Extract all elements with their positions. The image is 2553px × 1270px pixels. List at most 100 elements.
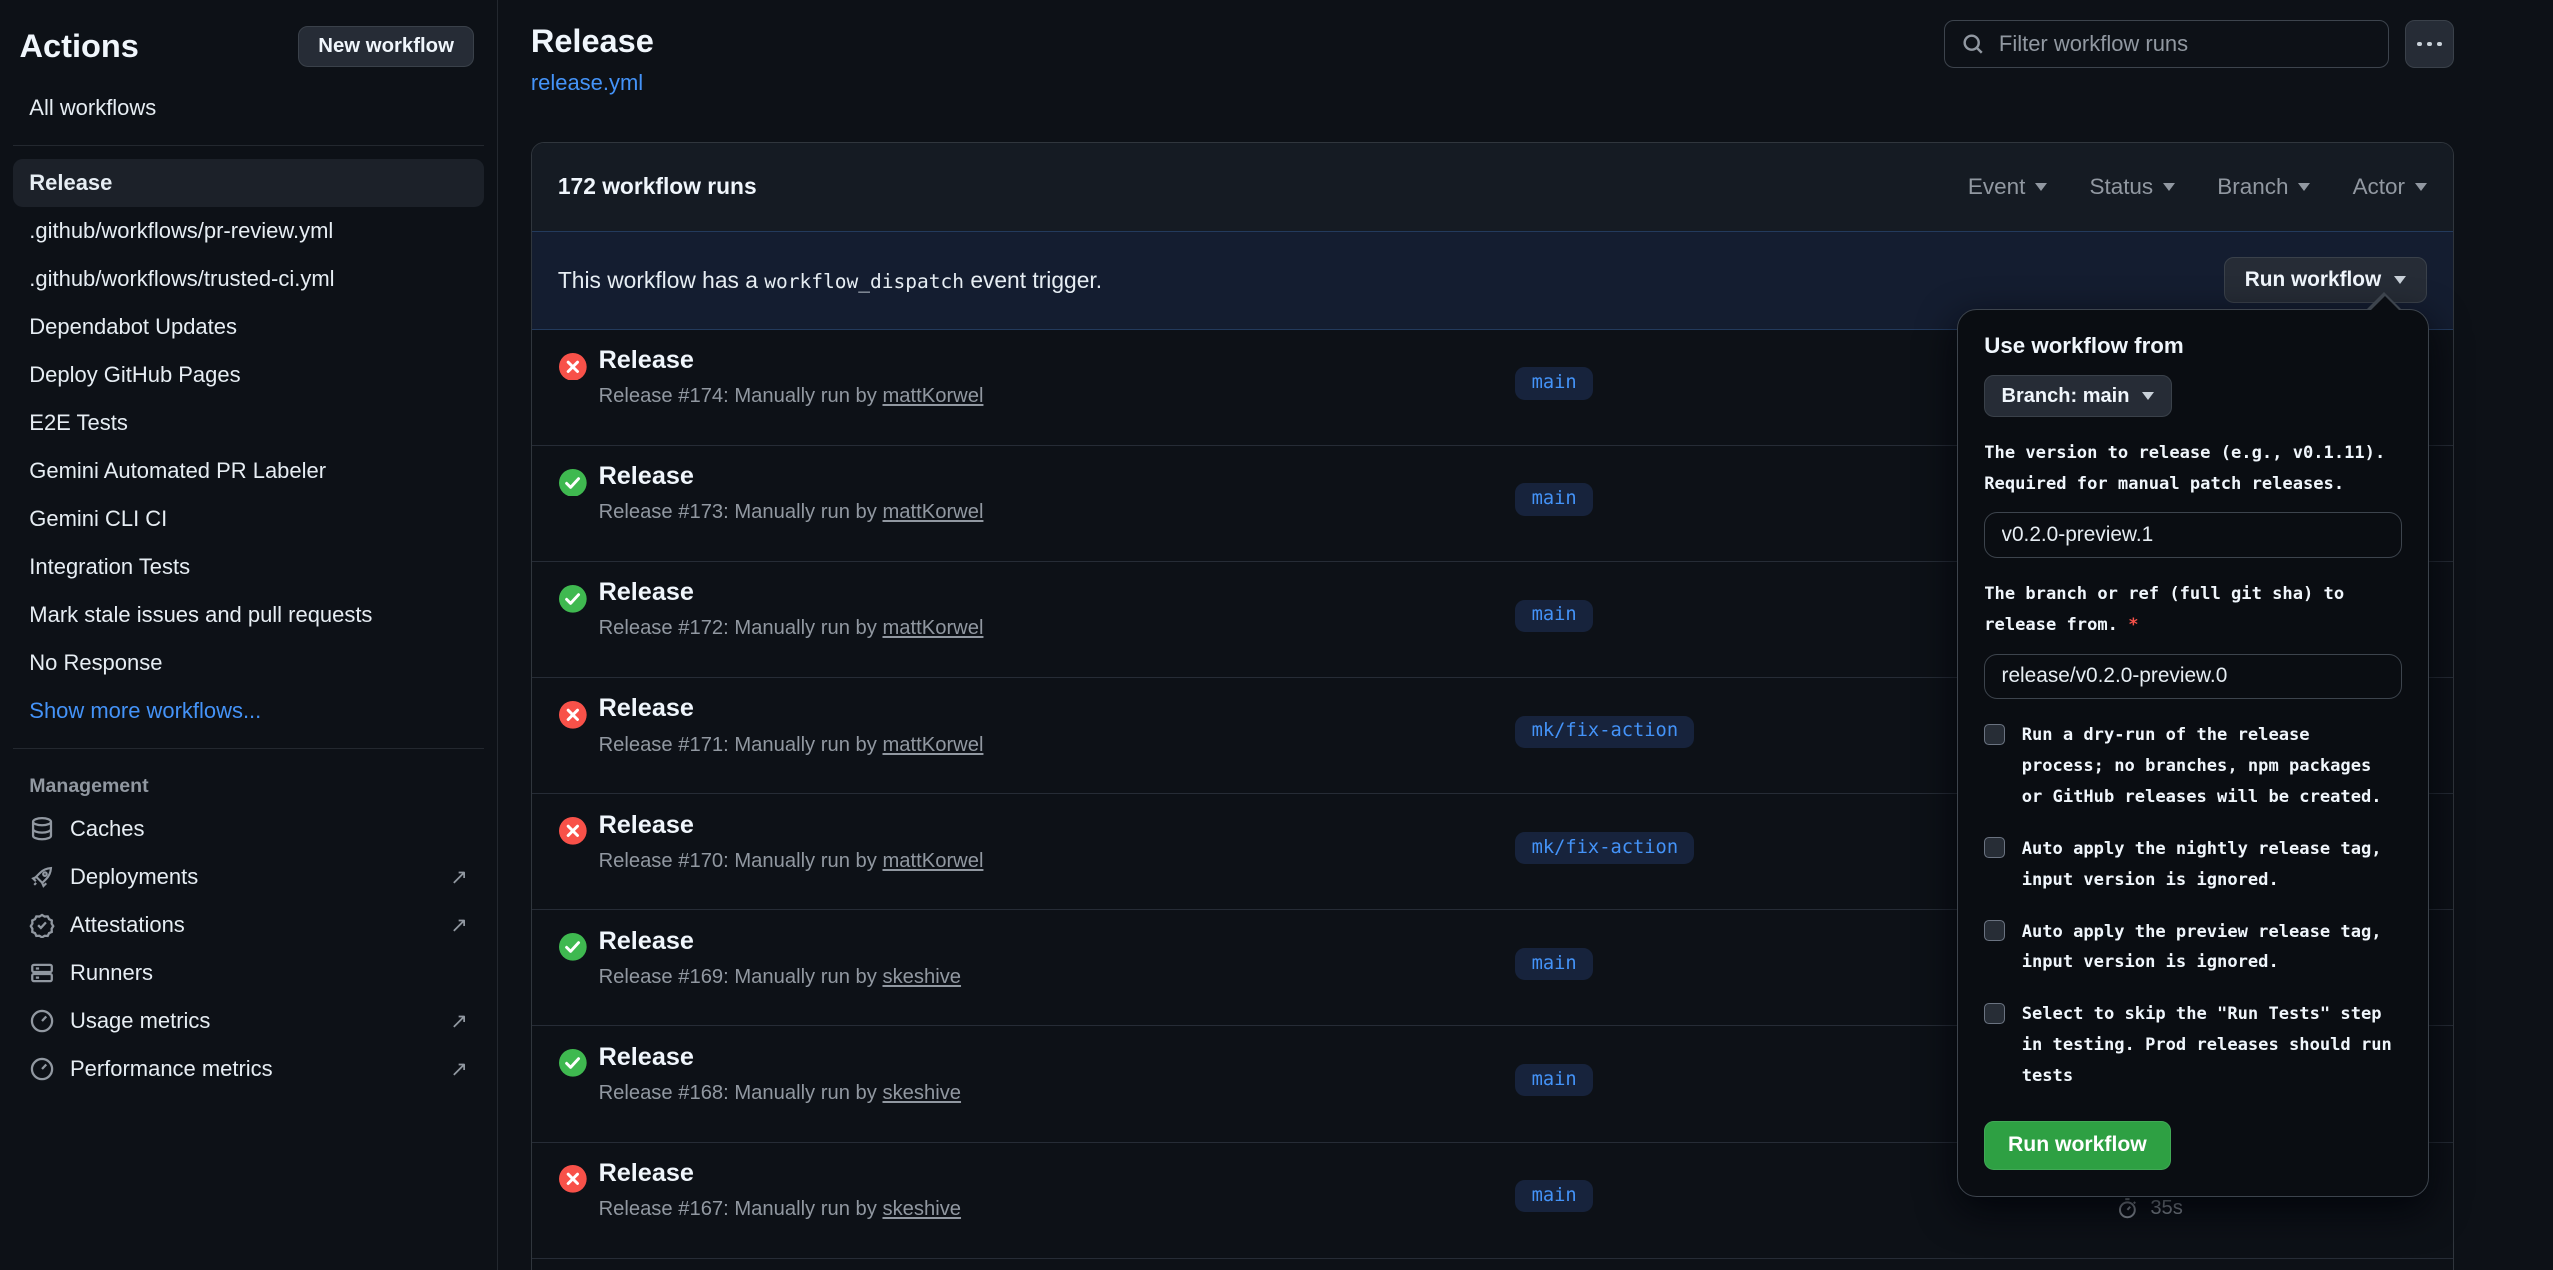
filter-status-dropdown[interactable]: Status: [2089, 174, 2174, 200]
branch-badge[interactable]: main: [1515, 367, 1593, 399]
run-description: Release #171: Manually run by mattKorwel: [599, 734, 984, 757]
actor-link[interactable]: mattKorwel: [882, 617, 983, 639]
sidebar-item-label: Usage metrics: [70, 1008, 210, 1034]
dry-run-checkbox-row: Run a dry-run of the release process; no…: [1984, 720, 2402, 812]
filter-actor-dropdown[interactable]: Actor: [2353, 174, 2427, 200]
chevron-down-icon: [2298, 183, 2310, 191]
run-filters: Event Status Branch Actor: [1968, 174, 2427, 200]
preview-tag-checkbox[interactable]: [1984, 920, 2005, 941]
sidebar-item-release[interactable]: Release: [13, 159, 484, 207]
filter-workflow-runs-input[interactable]: [1999, 31, 2372, 57]
filter-branch-dropdown[interactable]: Branch: [2217, 174, 2310, 200]
external-link-icon: ↗: [450, 912, 468, 938]
sidebar-item-deployments[interactable]: Deployments ↗: [13, 853, 484, 901]
run-title[interactable]: Release: [599, 927, 694, 956]
sidebar-item-mark-stale[interactable]: Mark stale issues and pull requests: [13, 591, 484, 639]
skip-tests-checkbox[interactable]: [1984, 1003, 2005, 1024]
branch-badge[interactable]: mk/fix-action: [1515, 716, 1694, 748]
sidebar-item-runners[interactable]: Runners: [13, 949, 484, 997]
sidebar-divider: [13, 748, 484, 749]
branch-badge[interactable]: mk/fix-action: [1515, 832, 1694, 864]
actor-link[interactable]: mattKorwel: [882, 385, 983, 407]
sidebar-item-label: Caches: [70, 816, 145, 842]
sidebar-item-no-response[interactable]: No Response: [13, 639, 484, 687]
search-icon: [1961, 32, 1985, 56]
preview-tag-checkbox-row: Auto apply the preview release tag, inpu…: [1984, 917, 2402, 979]
popover-title: Use workflow from: [1984, 333, 2402, 359]
chevron-down-icon: [2163, 183, 2175, 191]
actor-link[interactable]: mattKorwel: [882, 501, 983, 523]
show-more-workflows-link[interactable]: Show more workflows...: [13, 687, 484, 735]
branch-badge[interactable]: main: [1515, 1064, 1593, 1096]
branch-badge[interactable]: main: [1515, 948, 1593, 980]
sidebar-item-caches[interactable]: Caches: [13, 805, 484, 853]
run-workflow-submit-button[interactable]: Run workflow: [1984, 1121, 2170, 1170]
banner-text: This workflow has a workflow_dispatch ev…: [558, 267, 1102, 294]
sidebar-item-all-workflows[interactable]: All workflows: [13, 84, 484, 132]
chevron-down-icon: [2394, 276, 2406, 284]
version-input[interactable]: [1984, 512, 2402, 558]
run-title[interactable]: Release: [599, 462, 694, 491]
management-section-label: Management: [0, 762, 497, 805]
check-circle-icon: [559, 585, 587, 613]
check-circle-icon: [559, 469, 587, 497]
external-link-icon: ↗: [450, 1056, 468, 1082]
check-circle-icon: [559, 933, 587, 961]
sidebar-item-e2e-tests[interactable]: E2E Tests: [13, 399, 484, 447]
actor-link[interactable]: mattKorwel: [882, 734, 983, 756]
external-link-icon: ↗: [450, 1008, 468, 1034]
run-description: Release #167: Manually run by skeshive: [599, 1198, 961, 1221]
branch-badge[interactable]: main: [1515, 1180, 1593, 1212]
branch-badge[interactable]: main: [1515, 483, 1593, 515]
sidebar-item-pr-review[interactable]: .github/workflows/pr-review.yml: [13, 207, 484, 255]
run-title[interactable]: Release: [599, 811, 694, 840]
branch-selector-button[interactable]: Branch: main: [1984, 375, 2171, 416]
x-circle-icon: [559, 353, 587, 381]
sidebar-item-gemini-cli-ci[interactable]: Gemini CLI CI: [13, 495, 484, 543]
checkbox-label: Auto apply the nightly release tag, inpu…: [2022, 834, 2397, 896]
sidebar-item-gemini-pr-labeler[interactable]: Gemini Automated PR Labeler: [13, 447, 484, 495]
actor-link[interactable]: skeshive: [882, 966, 961, 988]
sidebar-item-usage-metrics[interactable]: Usage metrics ↗: [13, 997, 484, 1045]
actor-link[interactable]: skeshive: [882, 1082, 961, 1104]
run-title[interactable]: Release: [599, 1043, 694, 1072]
nightly-tag-checkbox[interactable]: [1984, 837, 2005, 858]
checkbox-label: Run a dry-run of the release process; no…: [2022, 720, 2397, 812]
sidebar-item-deploy-github-pages[interactable]: Deploy GitHub Pages: [13, 351, 484, 399]
external-link-icon: ↗: [450, 864, 468, 890]
sidebar-item-dependabot-updates[interactable]: Dependabot Updates: [13, 303, 484, 351]
workflow-run-count: 172 workflow runs: [558, 173, 757, 200]
required-asterisk: *: [2128, 615, 2138, 635]
x-circle-icon: [559, 701, 587, 729]
branch-badge[interactable]: main: [1515, 600, 1593, 632]
run-status-icon: [559, 1049, 587, 1077]
run-title[interactable]: Release: [599, 694, 694, 723]
ref-input[interactable]: [1984, 654, 2402, 700]
stopwatch-icon: [2116, 1197, 2139, 1220]
run-description: Release #174: Manually run by mattKorwel: [599, 385, 984, 408]
chevron-down-icon: [2415, 183, 2427, 191]
sidebar-item-performance-metrics[interactable]: Performance metrics ↗: [13, 1045, 484, 1093]
run-status-icon: [559, 585, 587, 613]
chevron-down-icon: [2035, 183, 2047, 191]
dry-run-checkbox[interactable]: [1984, 724, 2005, 745]
meter-icon: [29, 1056, 55, 1082]
actor-link[interactable]: skeshive: [882, 1198, 961, 1220]
run-workflow-popover: Use workflow from Branch: main The versi…: [1957, 309, 2429, 1196]
sidebar-item-integration-tests[interactable]: Integration Tests: [13, 543, 484, 591]
workflow-file-link[interactable]: release.yml: [531, 70, 643, 96]
filter-event-dropdown[interactable]: Event: [1968, 174, 2047, 200]
workflow-options-kebab-button[interactable]: [2405, 20, 2454, 69]
x-circle-icon: [559, 1165, 587, 1193]
filter-workflow-runs-field: [1944, 20, 2389, 69]
run-title[interactable]: Release: [599, 578, 694, 607]
new-workflow-button[interactable]: New workflow: [298, 26, 475, 67]
sidebar-item-trusted-ci[interactable]: .github/workflows/trusted-ci.yml: [13, 255, 484, 303]
sidebar-item-attestations[interactable]: Attestations ↗: [13, 901, 484, 949]
run-title[interactable]: Release: [599, 346, 694, 375]
run-title[interactable]: Release: [599, 1159, 694, 1188]
chevron-down-icon: [2142, 392, 2154, 400]
run-status-icon: [559, 817, 587, 845]
actor-link[interactable]: mattKorwel: [882, 850, 983, 872]
workflow-dispatch-code: workflow_dispatch: [764, 270, 964, 293]
